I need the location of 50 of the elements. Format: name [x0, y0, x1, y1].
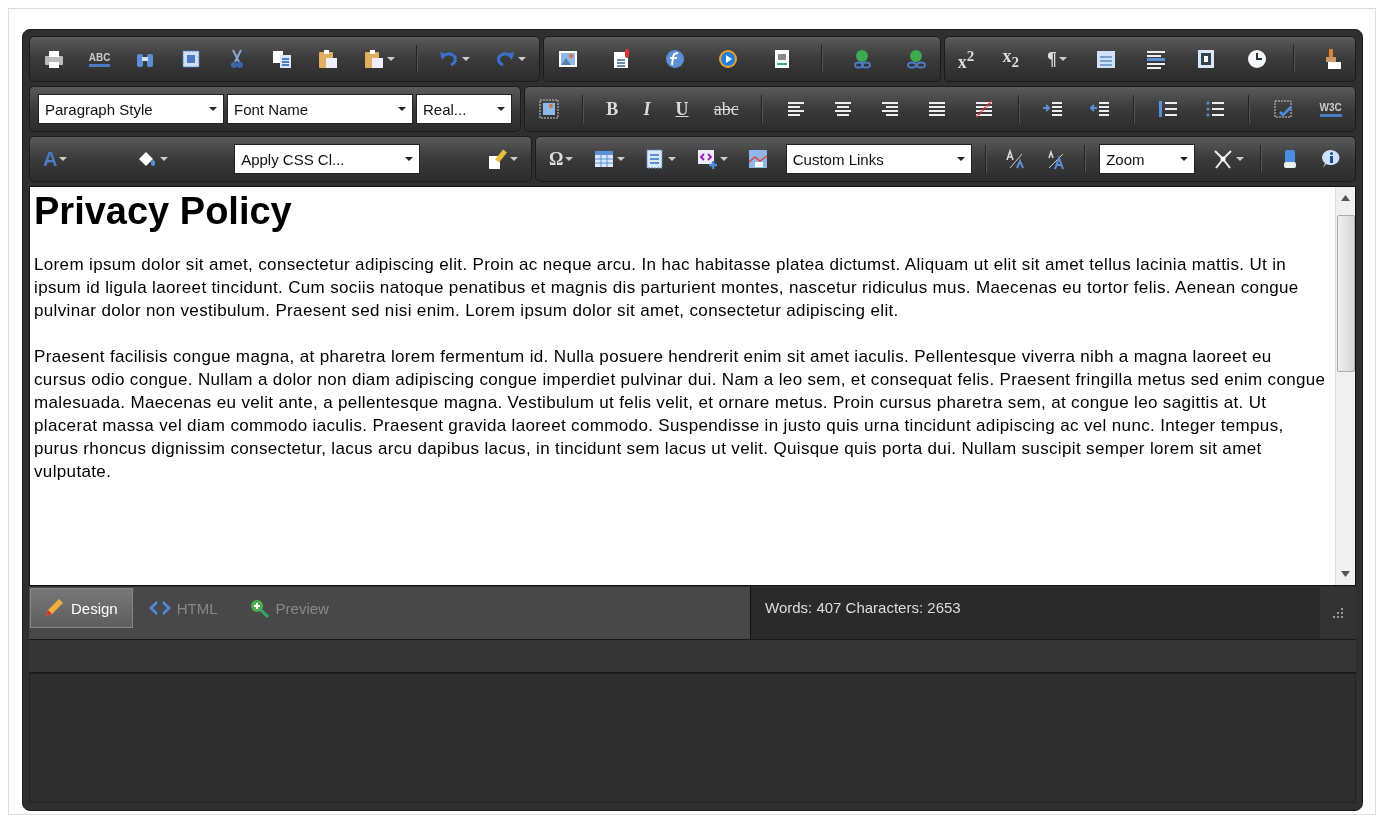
globe-link-icon [851, 48, 874, 70]
dropdown[interactable]: Custom Links [785, 144, 972, 174]
clipboard-icon [317, 48, 340, 70]
disc-icon [663, 48, 686, 70]
grid-icon [179, 48, 202, 70]
toolbar-button[interactable]: x$^{2}$ [954, 43, 978, 75]
toolbar-button[interactable]: U [672, 96, 692, 122]
scroll-up-icon[interactable] [1341, 195, 1350, 201]
paragraph: Lorem ipsum dolor sit amet, consectetur adipiscing elit. Proin ac neque arcu. In hac habitasse platea dictumst. Aliquam ut elit sit amet tellus lacinia mattis. Ut in ipsum id ligula laoreet tincidunt. Cum sociis natoque penatibus et magnis dis parturient montes, nascetur ridiculus mus. Maecenas eu tortor felis. Aenean congue pulvinar dolor non vestibulum. Praesent sed nisi enim. Lorem ipsum dolor sit amet, consectetur adipiscing elit. [34, 254, 1300, 322]
font-size-down-icon [1003, 148, 1026, 170]
clipboard-icon [362, 48, 385, 70]
toolbar-button[interactable]: ABC [85, 49, 114, 69]
scrollbar[interactable] [1335, 187, 1355, 585]
paragraph: Praesent facilisis congue magna, at pharetra lorem fermentum id. Nulla posuere hendrerit enim sit amet iaculis. Pellentesque viverra nibh a magna laoreet eu cursus odio congue. Nullam a dolor non diam adipiscing congue imperdiet pulvinar dui. Nam a leo sem, et consequat felis. Praesent fringilla metus sed enim congue malesuada. Maecenas eu velit ante, a pellentesque magna. Vestibulum ut felis velit, et ornare metus. Proin cursus pharetra sem, at congue leo sagittis at. Ut placerat massa vel diam commodo iaculis. Praesent gravida laoreet commodo. Suspendisse in justo quis urna tincidunt adipiscing ac vel nunc. Integer tempus, purus rhoncus dignissim consectetur, lacus arcu dapibus lacus, in tincidunt sem lacus ut velit. Quisque quis porta dui. Nullam suscipit semper lorem sit amet vulputate. [34, 346, 1327, 483]
toolbar-button[interactable]: B [603, 96, 622, 122]
code-icon [695, 148, 718, 170]
clear-format-icon [973, 98, 996, 120]
printer-icon [43, 48, 65, 70]
notepad-icon [1095, 48, 1118, 70]
word-count: Words: 407 Characters: 2653 [750, 587, 1320, 639]
dropdown[interactable]: Zoom [1099, 144, 1196, 174]
numbered-list-icon [1157, 98, 1179, 120]
scroll-down-icon[interactable] [1341, 571, 1350, 577]
brush-icon [486, 148, 508, 170]
document-heading: Privacy Policy [34, 189, 293, 233]
table-icon [592, 148, 615, 170]
toolbar-button[interactable]: I [640, 96, 654, 122]
mode-tab[interactable]: Design [30, 588, 133, 628]
resize-grip-icon[interactable] [1333, 608, 1343, 618]
image-icon [557, 48, 580, 70]
image-frame-icon [538, 98, 560, 120]
dropdown[interactable]: Paragraph Style [38, 94, 224, 124]
scroll-thumb[interactable] [1336, 215, 1355, 372]
clock-icon [1245, 48, 1268, 70]
toolbar-button[interactable]: x$_{2}$ [999, 43, 1022, 75]
pencil-icon [43, 597, 65, 619]
toolbar-button[interactable]: ¶ [1044, 46, 1070, 72]
globe-link-icon [904, 48, 927, 70]
toolbar-button[interactable]: Ω [546, 146, 577, 172]
frame-check-icon [1272, 98, 1295, 120]
toolbar-button[interactable]: abc [710, 96, 742, 122]
image-link-icon [747, 148, 770, 170]
dropdown[interactable]: Real... [416, 94, 512, 124]
dropdown[interactable]: Apply CSS Cl... [234, 144, 421, 174]
toolbar-button[interactable]: W3C [1316, 99, 1345, 119]
documents-icon [271, 48, 294, 70]
nodes-icon [1211, 148, 1234, 170]
dropdown[interactable]: Font Name [227, 94, 413, 124]
lines-icon [1145, 48, 1168, 70]
play-icon [717, 48, 740, 70]
